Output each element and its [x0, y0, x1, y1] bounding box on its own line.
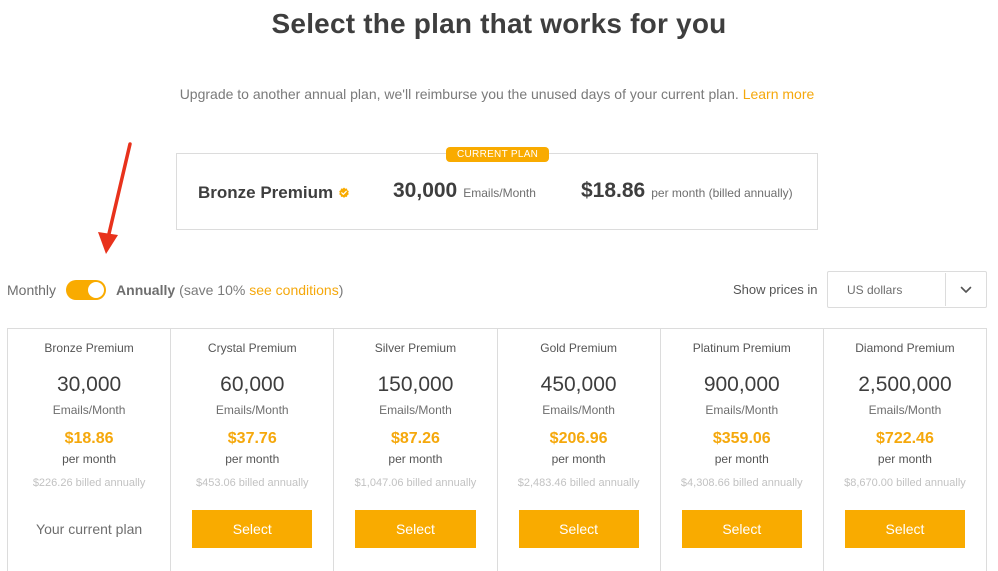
plans-table: Bronze Premium 30,000 Emails/Month $18.8… [7, 328, 987, 571]
plan-emails: 2,500,000 [858, 373, 952, 396]
annotation-arrow-icon [98, 142, 132, 254]
current-plan-price-value: $18.86 [581, 179, 646, 202]
plan-billed-annually: $1,047.06 billed annually [354, 477, 477, 489]
plan-emails: 150,000 [377, 373, 454, 396]
plan-card-platinum: Platinum Premium 900,000 Emails/Month $3… [661, 329, 824, 571]
plan-price: $37.76 [227, 430, 277, 447]
plan-emails-label: Emails/Month [52, 403, 126, 417]
savings-prefix: (save 10% [179, 282, 246, 298]
plan-emails-label: Emails/Month [379, 403, 452, 417]
select-gold-button[interactable]: Select [518, 510, 639, 548]
toggle-knob [88, 282, 105, 298]
learn-more-link[interactable]: Learn more [743, 86, 815, 102]
plan-price: $359.06 [712, 430, 771, 447]
select-diamond-button[interactable]: Select [844, 510, 966, 548]
plan-billed-annually: $226.26 billed annually [32, 477, 146, 489]
current-plan-name-wrap: Bronze Premium [198, 183, 350, 203]
plan-card-bronze: Bronze Premium 30,000 Emails/Month $18.8… [8, 329, 172, 571]
verified-badge-icon [339, 187, 349, 198]
page-title: Select the plan that works for you [271, 8, 727, 39]
plan-emails-label: Emails/Month [705, 403, 779, 417]
currency-select[interactable]: US dollars [827, 271, 987, 308]
plan-price-period: per month [551, 452, 606, 466]
plan-billed-annually: $2,483.46 billed annually [517, 477, 640, 489]
plan-name: Crystal Premium [207, 341, 297, 355]
plan-price: $722.46 [876, 430, 934, 447]
plan-card-crystal: Crystal Premium 60,000 Emails/Month $37.… [171, 329, 335, 571]
plan-emails: 60,000 [220, 373, 285, 396]
plan-billed-annually: $8,670.00 billed annually [844, 477, 966, 489]
plan-price: $206.96 [549, 430, 608, 447]
plan-emails: 900,000 [703, 373, 780, 396]
plan-price-period: per month [62, 452, 117, 466]
current-plan-price-label: per month (billed annually) [651, 186, 793, 200]
plan-emails-label: Emails/Month [215, 403, 289, 417]
see-conditions-link[interactable]: see conditions [249, 282, 339, 298]
billing-period-toggle[interactable] [66, 280, 107, 300]
current-plan-emails: 30,000 Emails/Month [393, 179, 536, 203]
annually-label[interactable]: Annually [116, 282, 175, 298]
current-plan-price: $18.86 per month (billed annually) [581, 179, 793, 203]
plan-emails-label: Emails/Month [868, 403, 942, 417]
subtitle-text: Upgrade to another annual plan, we'll re… [179, 86, 739, 102]
plan-emails-label: Emails/Month [542, 403, 615, 417]
plan-card-gold: Gold Premium 450,000 Emails/Month $206.9… [498, 329, 661, 571]
page-subtitle: Upgrade to another annual plan, we'll re… [0, 86, 994, 102]
plan-emails: 450,000 [540, 373, 617, 396]
plan-billed-annually: $4,308.66 billed annually [680, 477, 803, 489]
select-platinum-button[interactable]: Select [681, 510, 802, 548]
plan-billed-annually: $453.06 billed annually [195, 477, 309, 489]
plan-price-period: per month [877, 452, 932, 466]
plan-price: $18.86 [64, 430, 114, 447]
plan-price-period: per month [388, 452, 443, 466]
savings-note: (save 10% see conditions) [179, 282, 343, 298]
currency-selected-value: US dollars [847, 282, 903, 297]
plan-name: Diamond Premium [855, 341, 955, 355]
current-plan-badge: CURRENT PLAN [446, 147, 550, 162]
chevron-down-icon[interactable] [946, 272, 986, 307]
plan-price: $87.26 [390, 430, 440, 447]
plan-price-period: per month [225, 452, 280, 466]
current-plan-label: Your current plan [36, 521, 143, 537]
currency-label: Show prices in [733, 282, 818, 297]
monthly-label[interactable]: Monthly [7, 282, 56, 298]
savings-suffix: ) [338, 282, 344, 298]
billing-toggle-row: Monthly Annually (save 10% see condition… [7, 280, 343, 300]
current-plan-emails-label: Emails/Month [463, 186, 536, 200]
current-plan-name: Bronze Premium [198, 183, 334, 202]
plan-name: Bronze Premium [44, 341, 134, 355]
plan-name: Silver Premium [374, 341, 457, 355]
plan-name: Gold Premium [540, 341, 617, 355]
plan-price-period: per month [714, 452, 769, 466]
current-plan-card: CURRENT PLAN Bronze Premium 30,000 Email… [176, 147, 818, 230]
plan-card-silver: Silver Premium 150,000 Emails/Month $87.… [334, 329, 498, 571]
select-crystal-button[interactable]: Select [192, 510, 313, 548]
current-plan-emails-value: 30,000 [393, 179, 458, 202]
plan-card-diamond: Diamond Premium 2,500,000 Emails/Month $… [824, 329, 986, 571]
plan-emails: 30,000 [56, 373, 122, 396]
select-silver-button[interactable]: Select [355, 510, 476, 548]
plan-name: Platinum Premium [692, 341, 791, 355]
